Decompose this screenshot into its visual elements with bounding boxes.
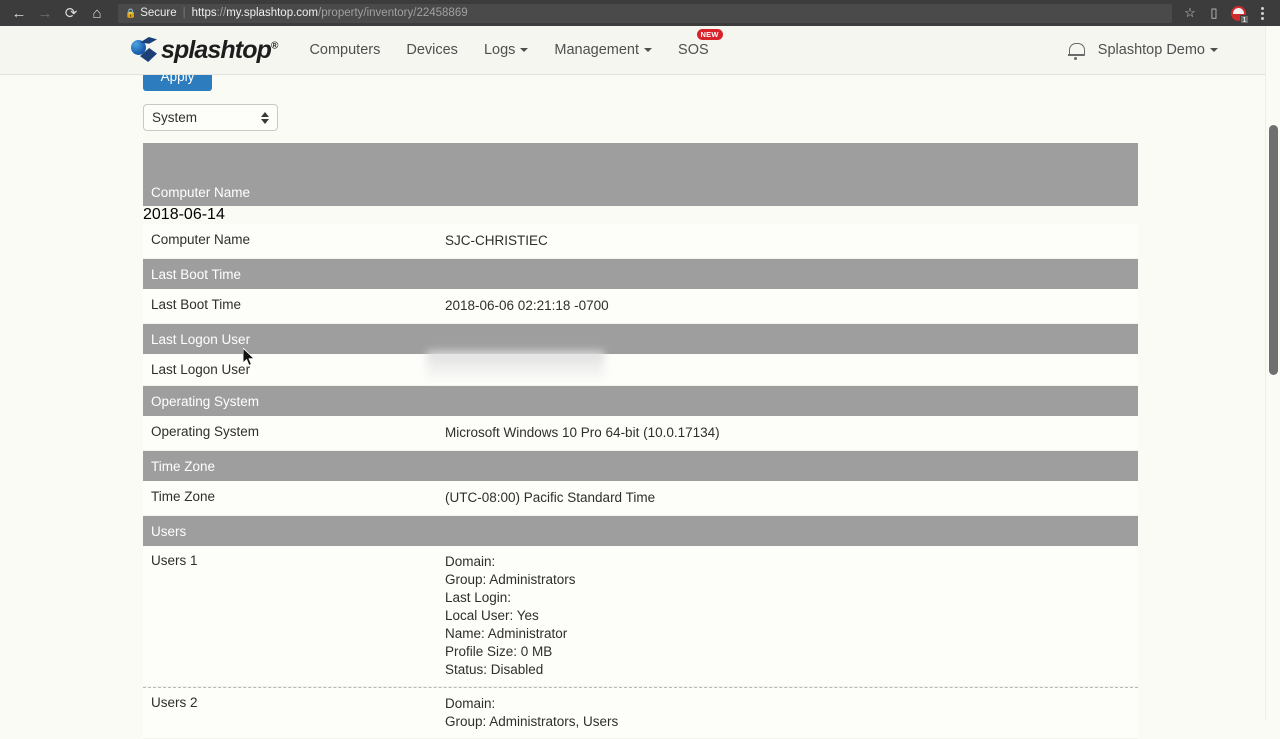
section-heading-label: Operating System — [151, 393, 260, 409]
scrollbar-thumb[interactable] — [1269, 125, 1278, 375]
row-value: SJC-CHRISTIEC — [445, 233, 548, 248]
section-heading: Time Zone — [143, 451, 1138, 481]
section-heading: Users — [143, 516, 1138, 546]
nav-item-sos-label: SOS — [678, 42, 709, 58]
table-row: Time Zone (UTC-08:00) Pacific Standard Ti… — [143, 481, 1138, 516]
section-heading-label: Users — [151, 523, 187, 539]
row-value: Domain: Group: Administrators, Users — [445, 696, 619, 729]
splashtop-mark-icon — [131, 37, 157, 63]
nav-item-logs[interactable]: Logs — [471, 26, 541, 75]
nav-item-computers[interactable]: Computers — [296, 26, 393, 75]
table-row: Users 1 Domain: Group: Administrators Las… — [143, 546, 1138, 687]
chevron-down-icon — [520, 48, 529, 52]
reload-icon[interactable]: ⟳ — [58, 0, 84, 26]
section-heading-label: Time Zone — [151, 458, 216, 474]
table-row: Users 2 Domain: Group: Administrators, Us… — [143, 688, 1138, 739]
section-heading-label: Last Boot Time — [151, 266, 242, 282]
chevron-down-icon — [644, 48, 653, 52]
security-label: Secure — [140, 7, 177, 19]
table-row: Last Logon User — [143, 354, 1138, 386]
select-stepper-icon — [261, 111, 269, 124]
url-host: my.splashtop.com — [226, 7, 319, 19]
row-value: 2018-06-06 02:21:18 -0700 — [445, 298, 609, 313]
nav-item-computers-label: Computers — [309, 42, 381, 58]
row-label: Time Zone — [151, 489, 216, 504]
section-heading-label: Computer Name — [151, 185, 251, 200]
app-navbar: splashtop® Computers Devices Logs Manage… — [0, 26, 1280, 75]
splashtop-logo[interactable]: splashtop® — [131, 26, 278, 75]
back-arrow-icon[interactable]: ← — [6, 0, 32, 26]
star-icon[interactable]: ☆ — [1178, 1, 1202, 25]
extension-icon[interactable]: 1 — [1226, 1, 1250, 25]
row-label: Computer Name — [151, 232, 251, 247]
page-scrollbar[interactable] — [1265, 26, 1280, 720]
main-navigation: Computers Devices Logs Management SOS NE… — [296, 26, 723, 75]
nav-item-sos[interactable]: SOS NEW — [665, 26, 723, 75]
nav-item-management[interactable]: Management — [541, 26, 665, 75]
row-label: Users 2 — [151, 695, 198, 710]
row-value — [445, 362, 1138, 377]
cast-icon[interactable]: ▯ — [1202, 1, 1226, 25]
row-label: Users 1 — [151, 553, 198, 568]
table-row: Last Boot Time 2018-06-06 02:21:18 -0700 — [143, 289, 1138, 324]
account-menu[interactable]: Splashtop Demo — [1098, 42, 1218, 58]
brand-registered-mark: ® — [270, 40, 278, 52]
section-heading: Operating System — [143, 386, 1138, 416]
new-badge: NEW — [696, 28, 723, 40]
brand-wordmark: splashtop® — [161, 35, 278, 64]
lock-icon: 🔒 — [125, 7, 137, 18]
kebab-menu-icon[interactable] — [1250, 1, 1274, 25]
brand-wordmark-text: splashtop — [161, 35, 272, 64]
inventory-table: Computer Name 2018-06-14 Computer Name SJC-… — [143, 143, 1138, 739]
row-label: Operating System — [151, 424, 260, 439]
page-content: Apply System Computer Name 2018-06-14 Comp… — [0, 26, 1280, 739]
category-select-value: System — [152, 110, 198, 125]
section-heading: Last Logon User — [143, 324, 1138, 354]
date-column-header: 2018-06-14 — [143, 206, 225, 223]
table-header-band: Computer Name 2018-06-14 — [143, 143, 1138, 224]
section-heading-label: Last Logon User — [151, 331, 251, 347]
row-value: Domain: Group: Administrators Last Login… — [445, 554, 576, 677]
url-divider: | — [182, 7, 186, 19]
row-label: Last Boot Time — [151, 297, 242, 312]
url-separator: :// — [216, 7, 227, 19]
category-select[interactable]: System — [143, 104, 278, 131]
notification-bell-icon[interactable] — [1067, 41, 1085, 60]
nav-item-devices-label: Devices — [406, 42, 458, 58]
table-row: Computer Name SJC-CHRISTIEC — [143, 224, 1138, 259]
nav-item-logs-label: Logs — [483, 42, 516, 58]
forward-arrow-icon[interactable]: → — [32, 0, 58, 26]
table-row: Operating System Microsoft Windows 10 Pro… — [143, 416, 1138, 451]
account-menu-label: Splashtop Demo — [1097, 42, 1205, 58]
url-scheme: https — [191, 7, 217, 19]
address-bar[interactable]: 🔒 Secure | https :// my.splashtop.com /p… — [118, 3, 1172, 23]
nav-item-devices[interactable]: Devices — [393, 26, 471, 75]
nav-item-management-label: Management — [554, 42, 640, 58]
navbar-right: Splashtop Demo — [1067, 41, 1218, 60]
url-path: /property/inventory/22458869 — [318, 7, 468, 19]
section-heading: Last Boot Time — [143, 259, 1138, 289]
row-value: (UTC-08:00) Pacific Standard Time — [445, 490, 656, 505]
row-label: Last Logon User — [151, 362, 251, 377]
row-value: Microsoft Windows 10 Pro 64-bit (10.0.17… — [445, 425, 720, 440]
browser-toolbar: ← → ⟳ ⌂ 🔒 Secure | https :// my.splashto… — [0, 0, 1280, 26]
home-icon[interactable]: ⌂ — [84, 0, 110, 26]
section-heading: Computer Name — [143, 143, 1138, 206]
chevron-down-icon — [1210, 48, 1218, 52]
extension-badge: 1 — [1240, 15, 1249, 24]
